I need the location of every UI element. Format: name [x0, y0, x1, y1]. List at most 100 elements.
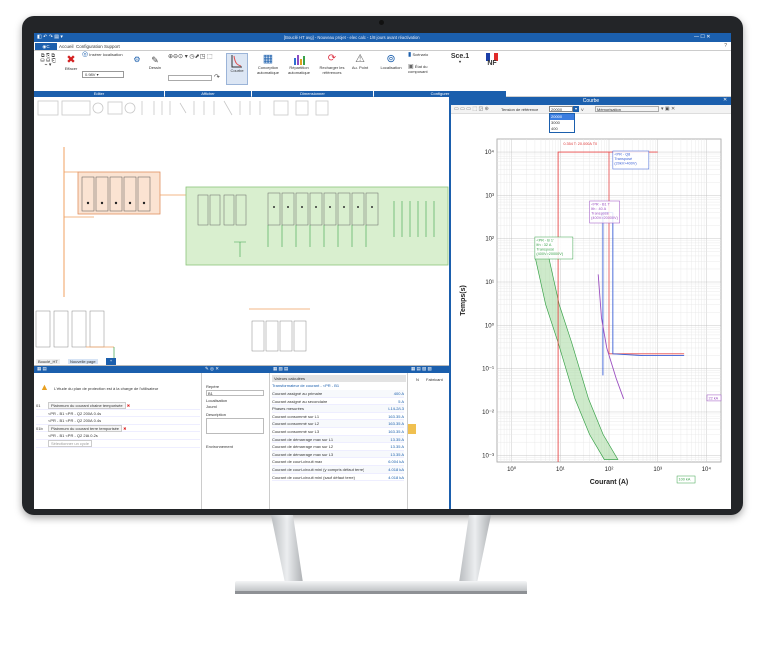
- protection-row[interactable]: 01b Plainmum du courant terre temporisée …: [36, 424, 200, 433]
- symbol-palette[interactable]: [37, 100, 329, 116]
- value-row[interactable]: Courant de court-circuit max 6.004 kA: [272, 458, 404, 466]
- multi-tool-button[interactable]: ⚙: [129, 55, 145, 65]
- value-label: Courant consommé sur L1: [272, 413, 320, 419]
- cycle-select[interactable]: Sélectionner un cycle: [36, 439, 200, 448]
- x-tick-label: 10³: [653, 467, 662, 473]
- recharger-button[interactable]: ⟳ Recharger les références: [318, 53, 346, 75]
- value-label: Phases mesurées: [272, 406, 305, 412]
- manufacturer-icons[interactable]: ▦ ▤ ▧ ▨: [408, 366, 432, 371]
- protection-row[interactable]: <PR - B1 <PR - Q2 200A 0.4s: [36, 410, 200, 418]
- tripping-curve-chart[interactable]: 10⁰ 10¹ 10² 10³ 10⁴ 10⁴ 10³ 10² 10¹ 10⁰ 10⁻¹ 10⁻² 10…: [451, 117, 731, 507]
- curve-panel: Courbe ✕ ▭ ▭ ▭ ⬚ ◲ ⊕ Tension de référenc…: [449, 97, 731, 509]
- value-row[interactable]: Courant consommé sur L3 163.35 A: [272, 427, 404, 436]
- redo-icon[interactable]: ↷: [214, 73, 220, 81]
- y-tick-label: 10³: [485, 193, 494, 199]
- curve-chart-icon: [231, 55, 242, 68]
- repartition-button[interactable]: Répartition automatique: [286, 53, 312, 75]
- cabinet-group-green[interactable]: [185, 186, 449, 266]
- value-row[interactable]: Courant de démarrage max sur L2 13.35 A: [272, 443, 404, 451]
- help-icon[interactable]: ?: [724, 43, 727, 49]
- value-label: Courant de court-circuit mini (sauf défa…: [272, 474, 355, 480]
- protection-row[interactable]: <PR - B1 <PR - Q2 2IA 0.2s: [36, 432, 200, 440]
- tension-label: Tension de référence: [501, 107, 539, 112]
- value-amount: 5 A: [398, 398, 404, 404]
- monitor-stand: [235, 515, 527, 594]
- menu-item-configuration[interactable]: Configuration: [76, 44, 103, 49]
- page-tabs: Bouclé_HT Nouvelle page +: [34, 358, 154, 365]
- y-tick-label: 10⁰: [485, 322, 495, 329]
- effacer-button[interactable]: ✖ Effacer: [62, 55, 80, 72]
- localisation-button[interactable]: ⊚ Localisation: [378, 53, 404, 71]
- value-amount: 13.35 A: [390, 451, 404, 457]
- manufacturer-toolbar: ▦ ▤ ▧ ▨: [408, 366, 449, 373]
- menu-item-accueil[interactable]: Accueil: [59, 44, 74, 49]
- value-row[interactable]: Courant de démarrage max sur L1 13.35 A: [272, 435, 404, 444]
- quick-access-icons[interactable]: ◧ ↶ ↷ ▤ ▾: [37, 34, 63, 40]
- value-row[interactable]: Courant de démarrage max sur L3 13.35 A: [272, 450, 404, 459]
- value-row[interactable]: Courant assigné au primaire 400 A: [272, 390, 404, 398]
- bottom-panels: ▦ ▤ ▲ L'étude du plan de protection est …: [34, 365, 449, 509]
- value-amount: 163.35 A: [388, 413, 404, 419]
- warning-text: L'étude du plan de protection est à la c…: [54, 386, 159, 391]
- menu-bar: ◉C Accueil Configuration Support ?: [34, 42, 731, 51]
- value-row[interactable]: Phases mesurées L1/L2/L3: [272, 405, 404, 413]
- close-curve-icon[interactable]: ✕: [723, 97, 727, 103]
- dessin-button[interactable]: ✎ Dessin: [146, 55, 164, 71]
- value-amount: 6.004 kA: [388, 459, 404, 465]
- etat-button[interactable]: ▣ État du composant: [408, 64, 440, 74]
- tab-boucle[interactable]: Bouclé_HT: [36, 359, 60, 364]
- courbe-button[interactable]: Courbe: [226, 53, 248, 85]
- zoom-icons[interactable]: ⊕⊖⊙ ▾ ◷⬈◳ ⬚: [168, 54, 224, 59]
- curve-label-q8: <PR - Q8: [614, 153, 630, 157]
- curve-label-top: 0.354 T: 20.000A T0: [563, 142, 597, 146]
- curve-tool-icons[interactable]: ▭ ▭ ▭ ⬚ ◲ ⊕: [454, 106, 489, 112]
- localisation-value[interactable]: Jouml: [206, 404, 217, 409]
- aucun-point-button[interactable]: ⚠ Au. Point: [350, 53, 370, 71]
- value-amount: 400 A: [393, 391, 404, 396]
- location-icon: ◎: [82, 51, 89, 58]
- x-tick-label: 10⁰: [507, 466, 517, 473]
- environnement-label: Environnement: [206, 444, 233, 449]
- properties-icons[interactable]: ✎ ◎ ✕: [202, 366, 219, 371]
- dessin-label: Dessin: [148, 65, 162, 70]
- curve-label-q2: Transposé: [591, 211, 609, 215]
- protection-row[interactable]: <PR - B1 <PR - Q2 200A 0.4s: [36, 417, 200, 425]
- cabinet-highlighted[interactable]: [77, 171, 161, 215]
- conception-button[interactable]: ▦ Conception automatique: [256, 53, 280, 75]
- window-controls[interactable]: — ☐ ✕: [694, 34, 710, 40]
- value-row[interactable]: Courant de court-circuit mini (sauf défa…: [272, 473, 404, 482]
- value-row[interactable]: Courant de court-circuit mini (y compris…: [272, 465, 404, 474]
- afficher-input[interactable]: [168, 75, 212, 81]
- edit-small-icons[interactable]: ⧉ ⎘ ⧉ ⛁ ⛁ ⎗ ⌁ ▾: [36, 54, 60, 68]
- zoom-select[interactable]: 0.98V ▾: [82, 71, 124, 78]
- properties-panel: ✎ ◎ ✕ Repère B1 Localisation Jouml Descr…: [202, 366, 270, 509]
- diagram-canvas[interactable]: [34, 97, 449, 365]
- value-row[interactable]: Courant consommé sur L2 163.35 A: [272, 420, 404, 428]
- values-header: Valeurs calculées: [272, 375, 406, 382]
- tension-select[interactable]: 20000: [549, 106, 573, 112]
- description-field[interactable]: [206, 418, 264, 434]
- values-rows: Courant assigné au primaire 400 A Courant …: [272, 390, 404, 482]
- tab-nouvelle-page[interactable]: Nouvelle page: [68, 359, 98, 364]
- repere-field[interactable]: B1: [206, 390, 264, 396]
- panel-icons[interactable]: ▦ ▤: [34, 366, 47, 371]
- app-menu-button[interactable]: ◉C: [35, 43, 57, 50]
- tension-dropdown-button[interactable]: ▾: [573, 106, 579, 112]
- menu-item-support[interactable]: Support: [104, 44, 120, 49]
- value-row[interactable]: Courant assigné au secondaire 5 A: [272, 397, 404, 406]
- add-page-button[interactable]: +: [106, 358, 116, 365]
- memorisation-select[interactable]: [595, 106, 659, 112]
- window-title: [Bouclé HT avg] - Nouveau projet - elec …: [284, 35, 420, 40]
- protection-row[interactable]: 01 Plainmum du courant chaine temporisée …: [36, 402, 200, 410]
- value-label: Courant de démarrage max sur L1: [272, 436, 334, 442]
- title-bar: ◧ ↶ ↷ ▤ ▾ [Bouclé HT avg] - Nouveau proj…: [34, 33, 731, 42]
- scenario-button[interactable]: ▮ Scénario: [408, 52, 438, 58]
- value-row[interactable]: Courant consommé sur L1 163.35 A: [272, 412, 404, 421]
- values-icons[interactable]: ▦ ▧ ▤: [270, 366, 288, 371]
- insert-localisation-button[interactable]: ◎ Insérer localisation: [82, 51, 126, 58]
- scenario-select[interactable]: Sce.1 ▾: [446, 53, 474, 64]
- protection-plan-panel: ▦ ▤ ▲ L'étude du plan de protection est …: [34, 366, 202, 509]
- norme-button[interactable]: NF: [482, 53, 502, 67]
- norme-label: NF: [487, 60, 497, 67]
- save-delete-icons[interactable]: ▾ ▣ ✕: [661, 106, 675, 112]
